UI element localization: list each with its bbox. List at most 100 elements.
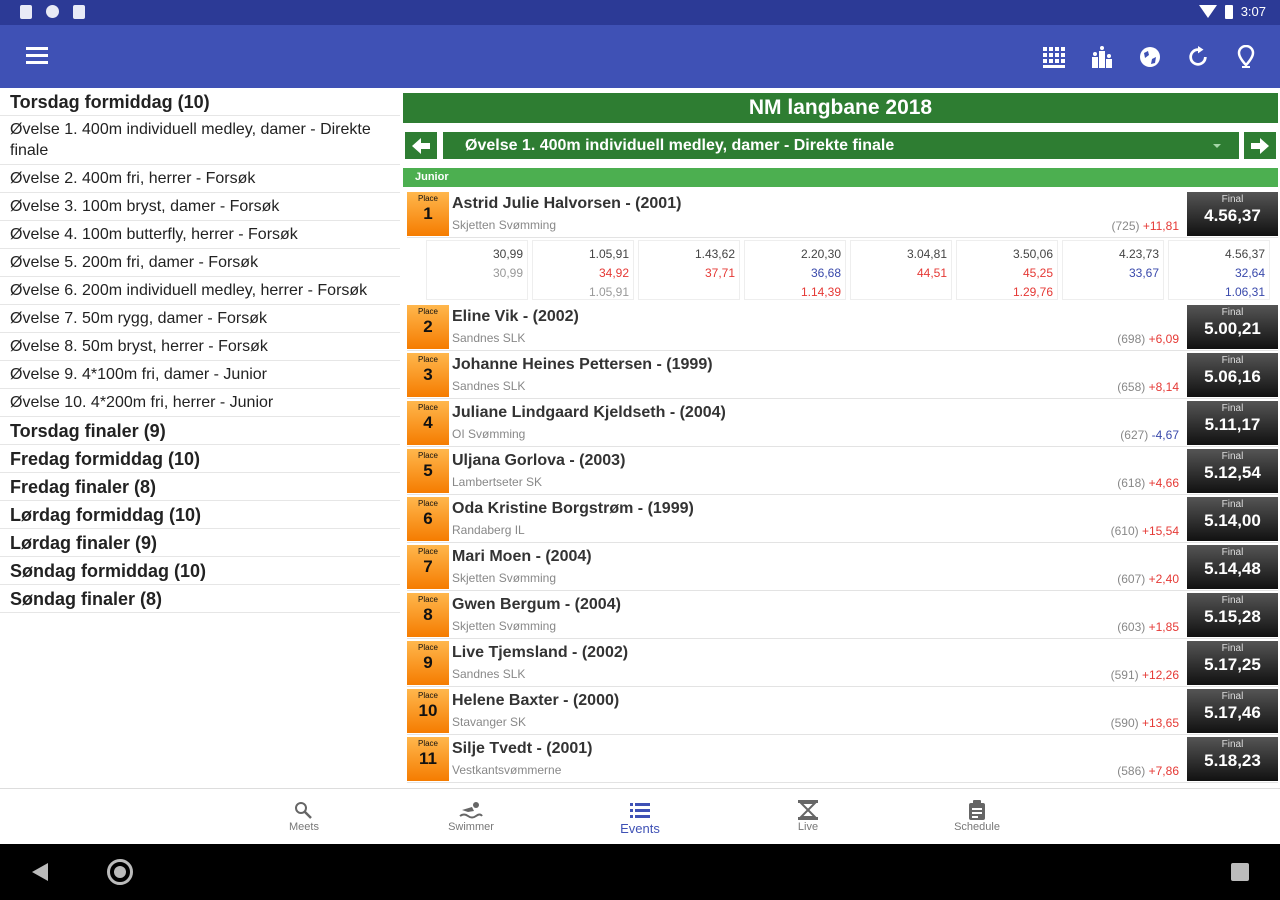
place-badge: Place 5 [407,449,449,493]
split-cell: 3.04,81 44,51 [850,240,952,300]
result-row[interactable]: Place 7 Mari Moen - (2004) Skjetten Svømmin… [407,545,1278,591]
app-bar [0,25,1280,88]
chevron-down-icon [1213,144,1221,148]
sidebar-event-item[interactable]: Øvelse 5. 200m fri, damer - Forsøk [0,249,400,277]
place-number: 5 [423,461,433,480]
sidebar-event-item[interactable]: Øvelse 7. 50m rygg, damer - Forsøk [0,305,400,333]
place-number: 4 [423,413,433,432]
sidebar-event-item[interactable]: Øvelse 6. 200m individuell medley, herre… [0,277,400,305]
tab-schedule[interactable]: Schedule [922,799,1032,833]
sidebar-group-header[interactable]: Lørdag finaler (9) [0,529,400,557]
place-badge: Place 10 [407,689,449,733]
fina-points: (698) [1117,332,1146,346]
tab-swimmer[interactable]: Swimmer [416,799,526,833]
prev-event-arrow-icon[interactable] [405,132,437,159]
back-icon[interactable] [32,863,48,881]
sidebar-group-header[interactable]: Torsdag formiddag (10) [0,88,400,116]
sidebar-event-item[interactable]: Øvelse 2. 400m fri, herrer - Forsøk [0,165,400,193]
tab-events[interactable]: Events [585,799,695,836]
sidebar-group-header[interactable]: Fredag finaler (8) [0,473,400,501]
menu-icon[interactable] [26,47,48,65]
final-time-badge: Final 5.11,17 [1187,401,1278,445]
event-dropdown[interactable]: Øvelse 1. 400m individuell medley, damer… [443,132,1239,159]
swimmer-name: Uljana Gorlova - (2003) [452,452,626,469]
sidebar-group-header[interactable]: Lørdag formiddag (10) [0,501,400,529]
place-label: Place [417,403,438,412]
result-row[interactable]: Place 11 Silje Tvedt - (2001) Vestkantsvømm… [407,737,1278,783]
recents-icon[interactable] [1231,863,1249,881]
location-icon[interactable] [1230,41,1262,73]
grid-icon[interactable] [1038,41,1070,73]
sidebar-event-item[interactable]: Øvelse 1. 400m individuell medley, damer… [0,116,400,165]
next-event-arrow-icon[interactable] [1244,132,1276,159]
points: (725) +11,81 [1111,219,1179,233]
sidebar-event-item[interactable]: Øvelse 8. 50m bryst, herrer - Forsøk [0,333,400,361]
fina-points: (725) [1111,219,1140,233]
split-cumulative: 2.20,30 [800,247,841,261]
sidebar-group-header[interactable]: Fredag formiddag (10) [0,445,400,473]
sidebar-event-item[interactable]: Øvelse 10. 4*200m fri, herrer - Junior [0,389,400,417]
result-row[interactable]: Place 2 Eline Vik - (2002) Sandnes SLK (698)… [407,305,1278,351]
final-label: Final [1221,355,1244,366]
result-row[interactable]: Place 3 Johanne Heines Pettersen - (1999) S… [407,353,1278,399]
sidebar-group-header[interactable]: Søndag formiddag (10) [0,557,400,585]
sidebar-event-item[interactable]: Øvelse 3. 100m bryst, damer - Forsøk [0,193,400,221]
time-diff: +1,85 [1148,620,1179,634]
time-diff: -4,67 [1151,428,1179,442]
refresh-icon[interactable] [1182,41,1214,73]
sidebar-event-item[interactable]: Øvelse 4. 100m butterfly, herrer - Forsø… [0,221,400,249]
swimmer-name: Gwen Bergum - (2004) [452,596,621,613]
notification-icons [20,5,85,19]
split-lap: 34,92 [598,266,629,280]
final-time: 5.17,25 [1204,655,1261,674]
final-time: 5.12,54 [1204,463,1261,482]
place-label: Place [417,355,438,364]
result-row[interactable]: Place 5 Uljana Gorlova - (2003) Lambertsete… [407,449,1278,495]
place-number: 11 [419,749,437,768]
fina-points: (591) [1110,668,1139,682]
points: (618) +4,66 [1117,476,1179,490]
clock: 3:07 [1240,4,1266,19]
sidebar-group-header[interactable]: Torsdag finaler (9) [0,417,400,445]
result-row[interactable]: Place 4 Juliane Lindgaard Kjeldseth - (200… [407,401,1278,447]
swimmer-name: Mari Moen - (2004) [452,548,592,565]
sync-icon [46,5,59,18]
place-badge: Place 2 [407,305,449,349]
result-row[interactable]: Place 8 Gwen Bergum - (2004) Skjetten Svømm… [407,593,1278,639]
split-segment: 1.29,76 [1012,285,1053,299]
result-row[interactable]: Place 9 Live Tjemsland - (2002) Sandnes SLK… [407,641,1278,687]
swimmer-name: Astrid Julie Halvorsen - (2001) [452,195,682,212]
place-label: Place [417,307,438,316]
club-name: Skjetten Svømming [452,218,557,232]
club-name: OI Svømming [452,427,526,441]
home-icon[interactable] [107,859,133,885]
hourglass-icon [753,799,863,821]
result-row[interactable]: Place 6 Oda Kristine Borgstrøm - (1999) Ran… [407,497,1278,543]
app-bar-actions [1038,41,1262,73]
place-label: Place [417,595,438,604]
final-label: Final [1221,643,1244,654]
final-time: 5.15,28 [1204,607,1261,626]
sidebar-event-item[interactable]: Øvelse 9. 4*100m fri, damer - Junior [0,361,400,389]
fina-points: (590) [1110,716,1139,730]
club-name: Skjetten Svømming [452,571,557,585]
sidebar-group-header[interactable]: Søndag finaler (8) [0,585,400,613]
place-badge: Place 3 [407,353,449,397]
time-diff: +4,66 [1148,476,1179,490]
tab-meets[interactable]: Meets [249,799,359,833]
result-row[interactable]: Place 10 Helene Baxter - (2000) Stavanger S… [407,689,1278,735]
final-label: Final [1221,547,1244,558]
final-time-badge: Final 5.06,16 [1187,353,1278,397]
tab-live[interactable]: Live [753,799,863,833]
podium-icon[interactable] [1086,41,1118,73]
result-row[interactable]: Place 1 Astrid Julie Halvorsen - (2001) Skj… [407,192,1278,238]
event-sidebar: Torsdag formiddag (10) Øvelse 1. 400m ind… [0,88,400,788]
club-name: Vestkantsvømmerne [452,763,562,777]
globe-icon[interactable] [1134,41,1166,73]
split-cell: 4.56,37 32,64 1.06,31 [1168,240,1270,300]
split-lap: 45,25 [1022,266,1053,280]
time-diff: +6,09 [1148,332,1179,346]
time-diff: +7,86 [1148,764,1179,778]
split-cell: 4.23,73 33,67 [1062,240,1164,300]
place-badge: Place 8 [407,593,449,637]
